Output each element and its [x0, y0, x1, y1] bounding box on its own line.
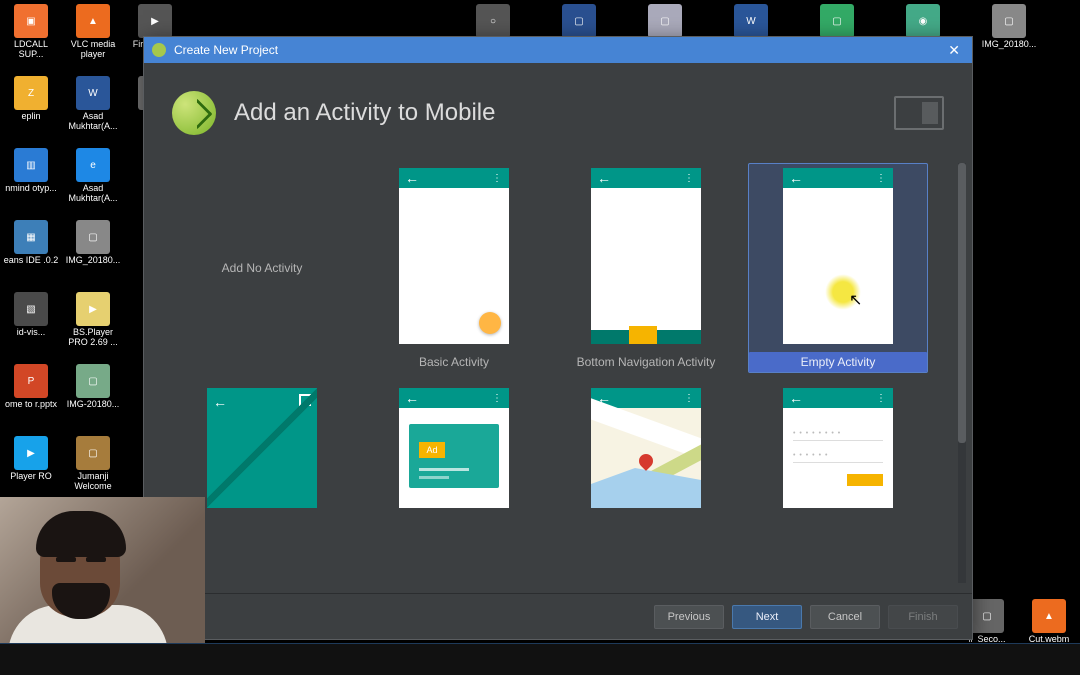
activity-label: Empty Activity [749, 352, 927, 372]
activity-option-fullscreen[interactable]: ← [172, 383, 352, 513]
webcam-overlay [0, 497, 205, 667]
desktop-icon[interactable]: ▶BS.Player PRO 2.69 ... [62, 288, 124, 360]
desktop-icon[interactable]: ▣LDCALL SUP... [0, 0, 62, 72]
desktop-icon[interactable]: ▦eans IDE .0.2 [0, 216, 62, 288]
desktop-icon[interactable]: ▶Player RO [0, 432, 62, 504]
android-studio-icon [152, 43, 166, 57]
activity-thumbnail: ←⋮ [591, 168, 701, 344]
dialog-footer: Previous Next Cancel Finish [144, 593, 972, 639]
activity-thumbnail: ←⋮ Ad [399, 388, 509, 508]
desktop-icon[interactable]: ▢IMG-20180... [62, 360, 124, 432]
activity-option-none[interactable]: Add No Activity [172, 163, 352, 369]
desktop-icon[interactable]: ▲VLC media player [62, 0, 124, 72]
activity-thumbnail: ←⋮ [591, 388, 701, 508]
activity-option-empty[interactable]: ←⋮ ↖ Empty Activity [748, 163, 928, 373]
taskbar[interactable] [0, 643, 1080, 675]
activity-option-maps[interactable]: ←⋮ [556, 383, 736, 513]
desktop-icon[interactable]: ▢IMG_20180... [62, 216, 124, 288]
activity-option-login[interactable]: ←⋮ • • • • • • • • • • • • • • [748, 383, 928, 513]
activity-label: Basic Activity [409, 352, 499, 372]
dialog-header: Add an Activity to Mobile [144, 63, 972, 163]
activity-thumbnail: ← [207, 388, 317, 508]
activity-label: Bottom Navigation Activity [567, 352, 726, 372]
desktop-icon[interactable]: Pome to r.pptx [0, 360, 62, 432]
activity-thumbnail: ←⋮ ↖ [783, 168, 893, 344]
previous-button[interactable]: Previous [654, 605, 724, 629]
desktop-icon[interactable]: WAsad Mukhtar(A... [62, 72, 124, 144]
desktop-icon[interactable]: ▥nmind otyp... [0, 144, 62, 216]
activity-option-bottom-nav[interactable]: ←⋮ Bottom Navigation Activity [556, 163, 736, 373]
activity-label: Add No Activity [222, 261, 303, 275]
activity-thumbnail: ←⋮ • • • • • • • • • • • • • • [783, 388, 893, 508]
desktop: ▣LDCALL SUP... Zeplin ▥nmind otyp... ▦ea… [0, 0, 1080, 675]
finish-button: Finish [888, 605, 958, 629]
activity-option-basic[interactable]: ←⋮ Basic Activity [364, 163, 544, 373]
close-icon[interactable]: ✕ [944, 42, 964, 59]
desktop-icon[interactable]: eAsad Mukhtar(A... [62, 144, 124, 216]
activity-thumbnail: ←⋮ [399, 168, 509, 344]
titlebar[interactable]: Create New Project ✕ [144, 37, 972, 63]
activity-option-admob[interactable]: ←⋮ Ad [364, 383, 544, 513]
create-project-dialog: Create New Project ✕ Add an Activity to … [143, 36, 973, 640]
device-glyph-icon [894, 96, 944, 130]
desktop-icon[interactable]: ▢IMG_20180... [966, 0, 1052, 72]
next-button[interactable]: Next [732, 605, 802, 629]
android-studio-logo-icon [172, 91, 216, 135]
window-title: Create New Project [174, 43, 278, 57]
cursor-icon: ↖ [849, 290, 862, 310]
desktop-icon[interactable]: ▢Jumanji Welcome [62, 432, 124, 504]
desktop-icon[interactable]: ▧id-vis... [0, 288, 62, 360]
scrollbar[interactable] [958, 163, 966, 583]
activity-gallery: Add No Activity ←⋮ Basic Activity ←⋮ [144, 163, 972, 593]
cancel-button[interactable]: Cancel [810, 605, 880, 629]
page-title: Add an Activity to Mobile [234, 99, 495, 127]
desktop-icon[interactable]: Zeplin [0, 72, 62, 144]
